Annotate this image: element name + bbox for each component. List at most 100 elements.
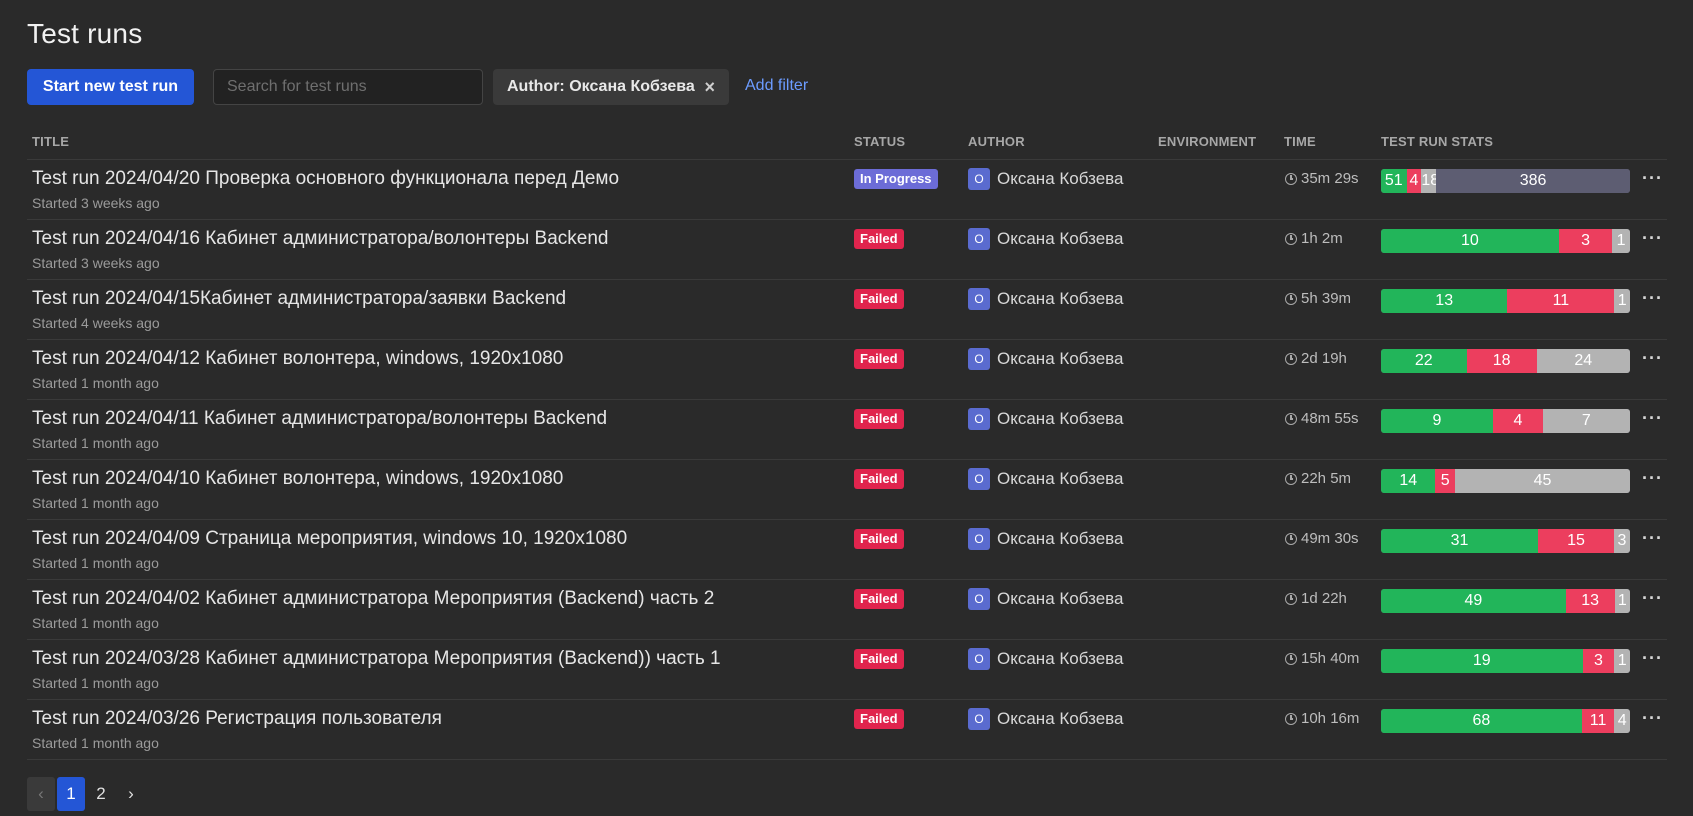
stats-segment-skipped: 24 bbox=[1536, 349, 1630, 373]
stats-segment-passed: 31 bbox=[1381, 529, 1539, 553]
table-row[interactable]: Test run 2024/04/02 Кабинет администрато… bbox=[27, 580, 1667, 640]
stats-segment-passed: 9 bbox=[1381, 409, 1493, 433]
started-text: Started 1 month ago bbox=[32, 555, 159, 571]
clock-icon bbox=[1285, 352, 1297, 365]
stats-segment-failed: 4 bbox=[1493, 409, 1543, 433]
column-header-time[interactable]: TIME bbox=[1284, 134, 1316, 149]
stats-segment-failed: 3 bbox=[1582, 649, 1615, 673]
more-options-icon[interactable]: ··· bbox=[1642, 288, 1663, 309]
more-options-icon[interactable]: ··· bbox=[1642, 588, 1663, 609]
more-options-icon[interactable]: ··· bbox=[1642, 648, 1663, 669]
test-run-title[interactable]: Test run 2024/04/15Кабинет администратор… bbox=[32, 288, 566, 310]
author-cell: O Оксана Кобзева bbox=[968, 348, 1123, 370]
duration-text: 35m 29s bbox=[1301, 170, 1359, 187]
test-run-stats-bar[interactable]: 49 13 1 bbox=[1381, 589, 1630, 613]
test-run-title[interactable]: Test run 2024/04/20 Проверка основного ф… bbox=[32, 168, 619, 190]
close-icon[interactable]: × bbox=[704, 77, 715, 98]
author-cell: O Оксана Кобзева bbox=[968, 468, 1123, 490]
avatar: O bbox=[968, 708, 990, 730]
author-name: Оксана Кобзева bbox=[997, 529, 1124, 548]
test-run-stats-bar[interactable]: 10 3 1 bbox=[1381, 229, 1630, 253]
author-name: Оксана Кобзева bbox=[997, 589, 1124, 608]
duration-text: 49m 30s bbox=[1301, 530, 1359, 547]
test-run-title[interactable]: Test run 2024/04/11 Кабинет администрато… bbox=[32, 408, 607, 430]
time-cell: 1d 22h bbox=[1285, 590, 1347, 607]
more-options-icon[interactable]: ··· bbox=[1642, 528, 1663, 549]
column-header-title[interactable]: TITLE bbox=[32, 134, 69, 149]
more-options-icon[interactable]: ··· bbox=[1642, 168, 1663, 189]
test-run-stats-bar[interactable]: 947 bbox=[1381, 409, 1630, 433]
started-text: Started 1 month ago bbox=[32, 735, 159, 751]
test-run-stats-bar[interactable]: 68 11 4 bbox=[1381, 709, 1630, 733]
status-badge: Failed bbox=[854, 469, 904, 489]
author-cell: O Оксана Кобзева bbox=[968, 168, 1123, 190]
table-row[interactable]: Test run 2024/04/20 Проверка основного ф… bbox=[27, 160, 1667, 220]
test-run-title[interactable]: Test run 2024/03/26 Регистрация пользова… bbox=[32, 708, 442, 730]
pagination: ‹ 1 2 › bbox=[27, 777, 147, 811]
test-run-stats-bar[interactable]: 14 5 45 bbox=[1381, 469, 1630, 493]
stats-segment-passed: 22 bbox=[1381, 349, 1467, 373]
test-run-title[interactable]: Test run 2024/04/10 Кабинет волонтера, w… bbox=[32, 468, 563, 490]
author-name: Оксана Кобзева bbox=[997, 469, 1124, 488]
page-2-button[interactable]: 2 bbox=[87, 777, 115, 811]
more-options-icon[interactable]: ··· bbox=[1642, 348, 1663, 369]
test-run-stats-bar[interactable]: 51 4 18 386 bbox=[1381, 169, 1630, 193]
search-input[interactable] bbox=[213, 69, 483, 105]
test-run-stats-bar[interactable]: 22 18 24 bbox=[1381, 349, 1630, 373]
started-text: Started 3 weeks ago bbox=[32, 195, 160, 211]
column-header-author[interactable]: AUTHOR bbox=[968, 134, 1025, 149]
table-row[interactable]: Test run 2024/04/16 Кабинет администрато… bbox=[27, 220, 1667, 280]
test-run-stats-bar[interactable]: 13 11 1 bbox=[1381, 289, 1630, 313]
table-row[interactable]: Test run 2024/03/26 Регистрация пользова… bbox=[27, 700, 1667, 760]
avatar: O bbox=[968, 348, 990, 370]
stats-segment-skipped: 1 bbox=[1614, 589, 1630, 613]
test-run-title[interactable]: Test run 2024/04/02 Кабинет администрато… bbox=[32, 588, 714, 610]
column-header-test-run-stats[interactable]: TEST RUN STATS bbox=[1381, 134, 1493, 149]
test-run-stats-bar[interactable]: 31 15 3 bbox=[1381, 529, 1630, 553]
author-filter-chip[interactable]: Author: Оксана Кобзева × bbox=[493, 69, 729, 105]
stats-segment-passed: 49 bbox=[1381, 589, 1566, 613]
stats-segment-skipped: 1 bbox=[1612, 229, 1630, 253]
more-options-icon[interactable]: ··· bbox=[1642, 408, 1663, 429]
page-1-button[interactable]: 1 bbox=[57, 777, 85, 811]
duration-text: 15h 40m bbox=[1301, 650, 1360, 667]
column-header-environment[interactable]: ENVIRONMENT bbox=[1158, 134, 1256, 149]
table-row[interactable]: Test run 2024/04/09 Страница мероприятия… bbox=[27, 520, 1667, 580]
avatar: O bbox=[968, 168, 990, 190]
table-row[interactable]: Test run 2024/04/11 Кабинет администрато… bbox=[27, 400, 1667, 460]
clock-icon bbox=[1285, 412, 1297, 425]
stats-segment-passed: 51 bbox=[1381, 169, 1407, 193]
avatar: O bbox=[968, 588, 990, 610]
stats-segment-untested: 386 bbox=[1436, 169, 1630, 193]
table-row[interactable]: Test run 2024/04/15Кабинет администратор… bbox=[27, 280, 1667, 340]
stats-segment-skipped: 7 bbox=[1542, 409, 1630, 433]
next-page-button[interactable]: › bbox=[117, 777, 145, 811]
test-run-stats-bar[interactable]: 19 3 1 bbox=[1381, 649, 1630, 673]
more-options-icon[interactable]: ··· bbox=[1642, 228, 1663, 249]
table-row[interactable]: Test run 2024/03/28 Кабинет администрато… bbox=[27, 640, 1667, 700]
more-options-icon[interactable]: ··· bbox=[1642, 708, 1663, 729]
status-badge: Failed bbox=[854, 589, 904, 609]
clock-icon bbox=[1285, 652, 1297, 665]
start-new-test-run-button[interactable]: Start new test run bbox=[27, 69, 194, 105]
toolbar: Start new test run Author: Оксана Кобзев… bbox=[27, 69, 1667, 105]
add-filter-link[interactable]: Add filter bbox=[745, 77, 808, 95]
stats-segment-failed: 13 bbox=[1565, 589, 1615, 613]
avatar: O bbox=[968, 648, 990, 670]
author-name: Оксана Кобзева bbox=[997, 349, 1124, 368]
avatar: O bbox=[968, 528, 990, 550]
column-header-status[interactable]: STATUS bbox=[854, 134, 905, 149]
time-cell: 49m 30s bbox=[1285, 530, 1359, 547]
clock-icon bbox=[1285, 592, 1297, 605]
prev-page-button[interactable]: ‹ bbox=[27, 777, 55, 811]
table-row[interactable]: Test run 2024/04/12 Кабинет волонтера, w… bbox=[27, 340, 1667, 400]
started-text: Started 1 month ago bbox=[32, 675, 159, 691]
test-run-title[interactable]: Test run 2024/04/16 Кабинет администрато… bbox=[32, 228, 609, 250]
test-run-title[interactable]: Test run 2024/03/28 Кабинет администрато… bbox=[32, 648, 721, 670]
table-row[interactable]: Test run 2024/04/10 Кабинет волонтера, w… bbox=[27, 460, 1667, 520]
test-run-title[interactable]: Test run 2024/04/09 Страница мероприятия… bbox=[32, 528, 627, 550]
test-run-title[interactable]: Test run 2024/04/12 Кабинет волонтера, w… bbox=[32, 348, 563, 370]
started-text: Started 4 weeks ago bbox=[32, 315, 160, 331]
more-options-icon[interactable]: ··· bbox=[1642, 468, 1663, 489]
stats-segment-failed: 5 bbox=[1435, 469, 1455, 493]
